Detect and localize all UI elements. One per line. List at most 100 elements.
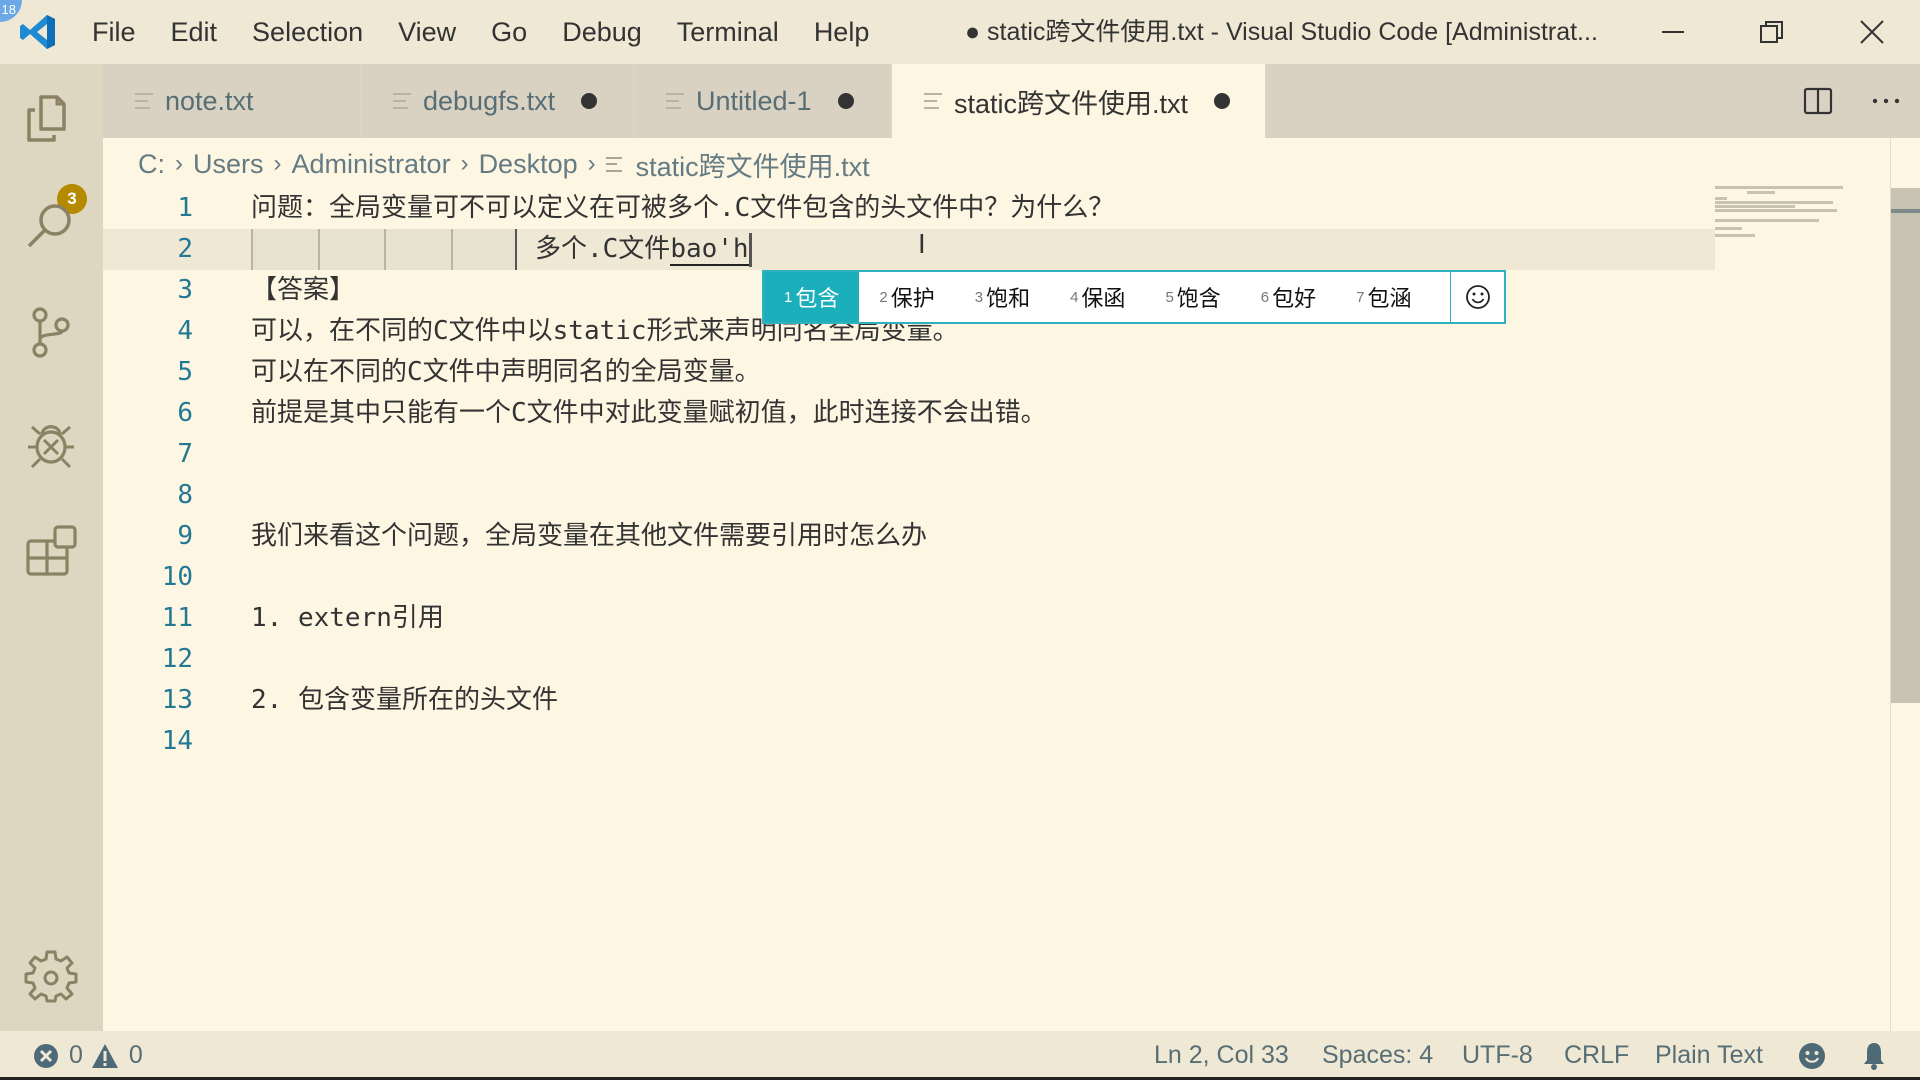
line-content: 【答案】 <box>251 275 356 305</box>
candidate-number: 1 <box>784 288 793 306</box>
editor-line[interactable]: 5 可以在不同的C文件中声明同名的全局变量。 <box>103 352 1715 393</box>
unsaved-dot-icon[interactable] <box>581 93 598 109</box>
tab-label: static跨文件使用.txt <box>954 88 1189 119</box>
line-number: 4 <box>177 316 193 346</box>
line-text: 问题：全局变量可不可以定义在可被多个.C文件包含的头文件中？为什么？ <box>251 188 1114 229</box>
line-content: 前提是其中只能有一个C文件中对此变量赋初值，此时连接不会出错。 <box>251 398 1047 428</box>
smiley-icon <box>1465 285 1490 309</box>
menu-file[interactable]: File <box>92 13 136 52</box>
indentation[interactable]: Spaces: 4 <box>1322 1031 1433 1080</box>
editor-line[interactable]: 11 1. extern引用 <box>103 598 1715 639</box>
encoding[interactable]: UTF-8 <box>1462 1031 1533 1080</box>
more-actions-button[interactable] <box>1852 64 1920 138</box>
ime-candidate[interactable]: 3 饱和 <box>955 272 1050 322</box>
editor-line[interactable]: 13 2. 包含变量所在的头文件 <box>103 680 1715 721</box>
ime-composition-text: bao'h <box>670 234 749 266</box>
line-number: 13 <box>161 685 193 715</box>
menu-debug[interactable]: Debug <box>562 13 642 52</box>
menu-go[interactable]: Go <box>491 13 527 52</box>
scrollbar-cursor-marker <box>1891 209 1920 213</box>
unsaved-dot-icon[interactable] <box>837 93 854 109</box>
line-text: 可以在不同的C文件中声明同名的全局变量。 <box>251 352 761 393</box>
window-title: ● static跨文件使用.txt - Visual Studio Code [… <box>965 18 1598 46</box>
editor-line[interactable]: 14 <box>103 721 1715 762</box>
activity-source-control[interactable] <box>22 304 80 362</box>
tab-untitled-1[interactable]: Untitled-1 <box>634 64 892 138</box>
problems-indicator[interactable]: 0 0 <box>33 1031 143 1080</box>
editor-line[interactable]: 1 问题：全局变量可不可以定义在可被多个.C文件包含的头文件中？为什么？ <box>103 188 1715 229</box>
breadcrumb-item[interactable]: Administrator <box>292 149 451 180</box>
file-icon <box>924 93 942 109</box>
breadcrumb-item[interactable]: static跨文件使用.txt <box>636 145 870 184</box>
split-editor-button[interactable] <box>1784 64 1852 138</box>
ime-candidate[interactable]: 6 包好 <box>1241 272 1336 322</box>
menu-terminal[interactable]: Terminal <box>677 13 779 52</box>
close-window-button[interactable] <box>1832 0 1912 64</box>
ime-candidate[interactable]: 4 保函 <box>1050 272 1145 322</box>
menu-selection[interactable]: Selection <box>252 13 363 52</box>
mouse-ibeam-cursor-icon: I <box>918 230 926 260</box>
ime-emoji-button[interactable] <box>1450 272 1504 322</box>
indent-guide <box>317 229 384 270</box>
cursor-position[interactable]: Ln 2, Col 33 <box>1154 1031 1289 1080</box>
source-control-icon <box>32 307 70 358</box>
menu-bar: File Edit Selection View Go Debug Termin… <box>92 0 904 64</box>
warning-icon <box>91 1043 118 1068</box>
status-bar: 0 0 Ln 2, Col 33 Spaces: 4 UTF-8 CRLF Pl… <box>0 1031 1920 1080</box>
activity-extensions[interactable] <box>22 522 80 580</box>
editor-line[interactable]: 8 <box>103 475 1715 516</box>
language-mode[interactable]: Plain Text <box>1655 1031 1763 1080</box>
editor-line[interactable]: 10 <box>103 557 1715 598</box>
breadcrumb-item[interactable]: C: <box>138 149 165 180</box>
line-ending[interactable]: CRLF <box>1564 1031 1629 1080</box>
candidate-text: 包好 <box>1272 286 1317 311</box>
candidate-text: 保函 <box>1081 286 1126 311</box>
menu-view[interactable]: View <box>398 13 456 52</box>
file-icon <box>393 93 411 109</box>
breadcrumb-item[interactable]: Users <box>193 149 264 180</box>
ime-candidate[interactable]: 2 保护 <box>859 272 954 322</box>
editor-actions <box>1784 64 1920 138</box>
menu-help[interactable]: Help <box>814 13 870 52</box>
line-text: 【答案】 <box>251 270 355 311</box>
ime-candidate[interactable]: 5 饱含 <box>1145 272 1240 322</box>
vscode-logo-icon <box>20 15 55 49</box>
activity-explorer[interactable] <box>22 91 80 149</box>
editor-line[interactable]: 6 前提是其中只能有一个C文件中对此变量赋初值，此时连接不会出错。 <box>103 393 1715 434</box>
text-caret <box>748 232 752 267</box>
activity-debug[interactable] <box>22 414 80 472</box>
candidate-text: 包涵 <box>1367 286 1412 311</box>
line-number: 2 <box>177 234 193 264</box>
tab-label: debugfs.txt <box>423 85 556 116</box>
editor-line[interactable]: 2 多个.C文件bao'h <box>103 229 1715 270</box>
tab-debugfs-txt[interactable]: debugfs.txt <box>361 64 634 138</box>
unsaved-dot-icon[interactable] <box>1214 93 1231 109</box>
minimap[interactable] <box>1715 184 1845 244</box>
feedback-button[interactable] <box>1798 1031 1826 1080</box>
file-icon <box>666 93 684 109</box>
minimize-icon <box>1662 31 1684 33</box>
line-text: 我们来看这个问题，全局变量在其他文件需要引用时怎么办 <box>251 516 927 557</box>
tab-static-txt[interactable]: static跨文件使用.txt <box>892 64 1266 138</box>
editor-line[interactable]: 9 我们来看这个问题，全局变量在其他文件需要引用时怎么办 <box>103 516 1715 557</box>
breadcrumb-item[interactable]: Desktop <box>479 149 578 180</box>
menu-edit[interactable]: Edit <box>171 13 218 52</box>
split-editor-icon <box>1803 87 1833 115</box>
indent-guide <box>384 229 451 270</box>
editor-line[interactable]: 12 <box>103 639 1715 680</box>
line-content: 问题：全局变量可不可以定义在可被多个.C文件包含的头文件中？为什么？ <box>251 193 1115 223</box>
activity-manage[interactable] <box>22 947 80 1005</box>
activity-search[interactable] <box>22 197 80 255</box>
candidate-number: 5 <box>1165 288 1174 306</box>
ime-candidate[interactable]: 1 包含 <box>764 272 860 322</box>
restore-button[interactable] <box>1732 0 1812 64</box>
candidate-text: 饱含 <box>1176 286 1221 311</box>
notifications-button[interactable] <box>1862 1031 1886 1080</box>
editor-line[interactable]: 7 <box>103 434 1715 475</box>
tab-note-txt[interactable]: note.txt <box>103 64 361 138</box>
ime-candidate[interactable]: 7 包涵 <box>1336 272 1431 322</box>
minimize-button[interactable] <box>1633 0 1713 64</box>
vertical-scrollbar[interactable] <box>1891 188 1920 703</box>
line-number: 12 <box>161 644 193 674</box>
extensions-icon <box>26 525 77 576</box>
